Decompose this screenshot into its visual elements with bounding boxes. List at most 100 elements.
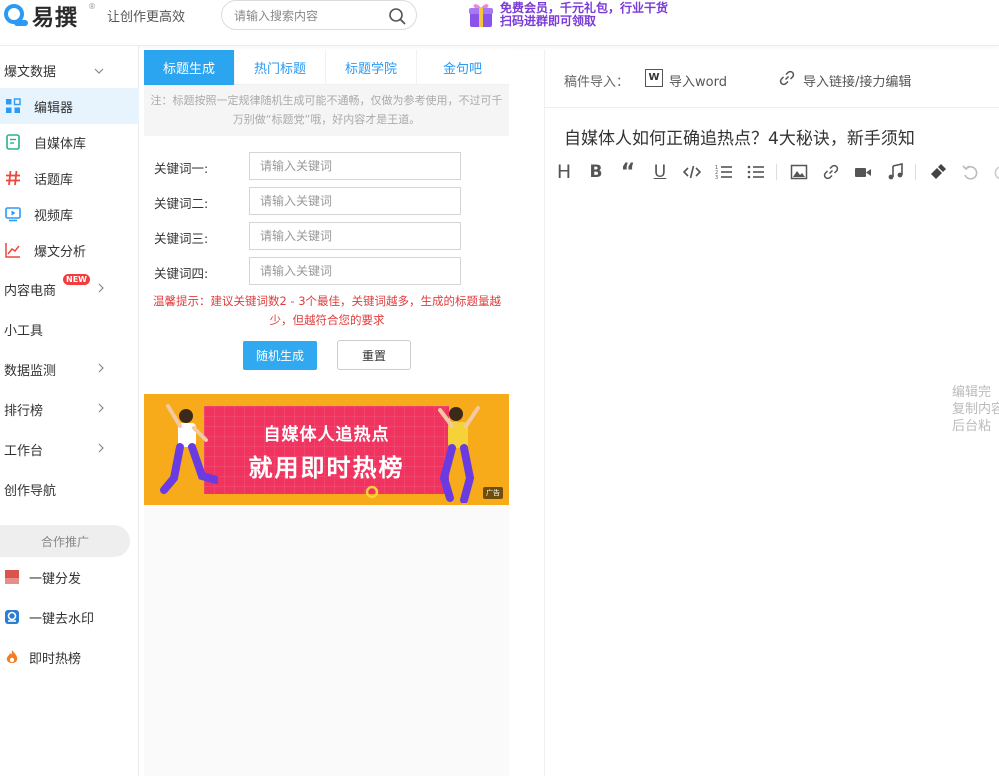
sidebar-nav-creation-guide[interactable]: 创作导航 bbox=[0, 471, 139, 507]
sidebar-item-media-library[interactable]: 自媒体库 bbox=[0, 124, 139, 160]
sidebar-group-hot-data[interactable]: 爆文数据 bbox=[0, 52, 139, 88]
promo-banner[interactable]: 免费会员，千元礼包，行业干货 扫码进群即可领取 bbox=[466, 0, 668, 30]
keyword-input-1[interactable] bbox=[249, 152, 461, 180]
random-generate-button[interactable]: 随机生成 bbox=[243, 341, 317, 370]
toolbar-divider bbox=[776, 164, 777, 180]
tab-hot-titles[interactable]: 热门标题 bbox=[235, 50, 326, 85]
top-header: 易撰 ® 让创作更高效 免费会员，千元礼包，行业干货 扫码进群即可领取 bbox=[0, 0, 999, 46]
underline-icon[interactable]: U bbox=[648, 160, 672, 184]
gift-icon bbox=[469, 4, 493, 27]
sidebar-nav-workbench[interactable]: 工作台 bbox=[0, 431, 139, 467]
chevron-down-icon bbox=[94, 68, 104, 74]
sidebar-tool-remove-watermark[interactable]: 一键去水印 bbox=[0, 599, 139, 635]
quote-icon[interactable]: “ bbox=[616, 160, 640, 185]
undo-icon[interactable] bbox=[958, 160, 982, 184]
logo[interactable]: 易撰 bbox=[0, 0, 78, 32]
title-tabs: 标题生成 热门标题 标题学院 金句吧 bbox=[144, 50, 509, 85]
hotlist-ad-banner[interactable]: 自媒体人追热点 就用即时热榜 广告 bbox=[144, 394, 509, 505]
sidebar-item-label: 话题库 bbox=[34, 172, 74, 188]
import-word-button[interactable]: 导入word bbox=[669, 71, 727, 90]
side-hint-line: 后台粘 bbox=[952, 419, 992, 434]
sidebar-tool-label: 即时热榜 bbox=[29, 651, 82, 667]
link-insert-icon[interactable] bbox=[819, 160, 843, 184]
reset-button[interactable]: 重置 bbox=[337, 340, 411, 370]
link-icon[interactable] bbox=[779, 70, 795, 86]
sidebar-item-video-library[interactable]: 视频库 bbox=[0, 196, 139, 232]
editor-toolbar: H B “ U 123 bbox=[552, 160, 999, 185]
chevron-right-icon bbox=[98, 363, 104, 373]
ordered-list-icon[interactable]: 123 bbox=[712, 160, 736, 184]
sidebar-item-label: 视频库 bbox=[34, 208, 74, 224]
sidebar-item-hot-analysis[interactable]: 爆文分析 bbox=[0, 232, 139, 268]
keyword-input-2[interactable] bbox=[249, 187, 461, 215]
heading-icon[interactable]: H bbox=[552, 160, 576, 184]
search-box bbox=[221, 0, 417, 30]
registered-mark: ® bbox=[88, 2, 96, 11]
sidebar-nav-label: 内容电商 bbox=[4, 283, 57, 299]
keyword-input-4[interactable] bbox=[249, 257, 461, 285]
keyword-label: 关键词一: bbox=[154, 161, 209, 176]
unordered-list-icon[interactable] bbox=[744, 160, 768, 184]
sidebar-group-label: 爆文数据 bbox=[4, 64, 57, 80]
sidebar-nav-label: 创作导航 bbox=[4, 483, 57, 499]
article-title-input[interactable]: 自媒体人如何正确追热点？4大秘诀，新手须知 bbox=[564, 124, 915, 149]
sidebar-nav-label: 工作台 bbox=[4, 443, 44, 459]
import-link-button[interactable]: 导入链接/接力编辑 bbox=[803, 71, 911, 90]
slogan: 让创作更高效 bbox=[107, 10, 186, 25]
side-hint-line: 复制内容 bbox=[952, 402, 999, 417]
sidebar-nav-label: 小工具 bbox=[4, 323, 44, 339]
format-brush-icon[interactable] bbox=[926, 160, 950, 184]
sidebar-nav-ranking[interactable]: 排行榜 bbox=[0, 391, 139, 427]
keyword-label: 关键词四: bbox=[154, 266, 209, 281]
logo-mark-icon bbox=[0, 2, 28, 30]
keyword-label: 关键词二: bbox=[154, 196, 209, 211]
redo-icon[interactable] bbox=[990, 160, 999, 184]
logo-text: 易撰 bbox=[32, 6, 79, 31]
sidebar-nav-content-ecommerce[interactable]: 内容电商 NEW bbox=[0, 271, 139, 307]
import-label: 稿件导入： bbox=[564, 75, 630, 90]
sidebar-tool-one-click-distribute[interactable]: 一键分发 bbox=[0, 559, 139, 595]
sidebar-item-topic-library[interactable]: 话题库 bbox=[0, 160, 139, 196]
coop-promotion-header: 合作推广 bbox=[0, 525, 130, 557]
chevron-right-icon bbox=[98, 443, 104, 453]
search-input[interactable] bbox=[234, 7, 384, 25]
tab-title-academy[interactable]: 标题学院 bbox=[326, 50, 417, 85]
tab-title-generate[interactable]: 标题生成 bbox=[144, 50, 235, 85]
word-icon[interactable]: W bbox=[645, 69, 663, 87]
grid-icon bbox=[6, 98, 21, 113]
video-insert-icon[interactable] bbox=[851, 160, 875, 184]
keyword-input-3[interactable] bbox=[249, 222, 461, 250]
svg-text:3: 3 bbox=[715, 175, 718, 181]
music-icon[interactable] bbox=[883, 160, 907, 184]
sidebar-nav-label: 排行榜 bbox=[4, 403, 44, 419]
ad-subheadline: 就用即时热榜 bbox=[248, 454, 405, 482]
search-icon[interactable] bbox=[388, 7, 406, 25]
hashtag-icon bbox=[6, 170, 20, 186]
keyword-tip: 温馨提示：建议关键词数2 - 3个最佳，关键词越多，生成的标题量越少，但越符合您… bbox=[152, 294, 502, 327]
sidebar-item-label: 爆文分析 bbox=[34, 244, 87, 260]
ad-tag: 广告 bbox=[483, 487, 503, 499]
editor-panel bbox=[544, 50, 999, 776]
sidebar-tool-label: 一键去水印 bbox=[29, 611, 95, 627]
sidebar-nav-label: 数据监测 bbox=[4, 363, 57, 379]
chart-line-icon bbox=[5, 243, 20, 258]
watermark-icon bbox=[5, 610, 19, 624]
tab-golden-quotes[interactable]: 金句吧 bbox=[417, 50, 508, 85]
sidebar-tool-label: 一键分发 bbox=[29, 571, 82, 587]
sidebar-item-label: 自媒体库 bbox=[34, 136, 87, 152]
promo-line-2: 扫码进群即可领取 bbox=[500, 15, 668, 28]
image-icon[interactable] bbox=[787, 160, 811, 184]
generator-notice: 注：标题按照一定规律随机生成可能不通畅，仅做为参考使用，不过可千万别做“标题党”… bbox=[144, 85, 509, 136]
toolbar-divider bbox=[915, 164, 916, 180]
new-badge: NEW bbox=[63, 274, 90, 285]
sidebar-tool-realtime-hotlist[interactable]: 即时热榜 bbox=[0, 639, 139, 675]
chevron-right-icon bbox=[98, 403, 104, 413]
keyword-label: 关键词三: bbox=[154, 231, 209, 246]
bold-icon[interactable]: B bbox=[584, 160, 608, 184]
sidebar-nav-data-monitor[interactable]: 数据监测 bbox=[0, 351, 139, 387]
ad-headline: 自媒体人追热点 bbox=[263, 425, 390, 445]
code-icon[interactable] bbox=[680, 160, 704, 184]
sidebar-nav-tools[interactable]: 小工具 bbox=[0, 311, 139, 347]
sidebar-item-editor[interactable]: 编辑器 bbox=[0, 88, 139, 124]
flame-icon bbox=[6, 650, 18, 663]
